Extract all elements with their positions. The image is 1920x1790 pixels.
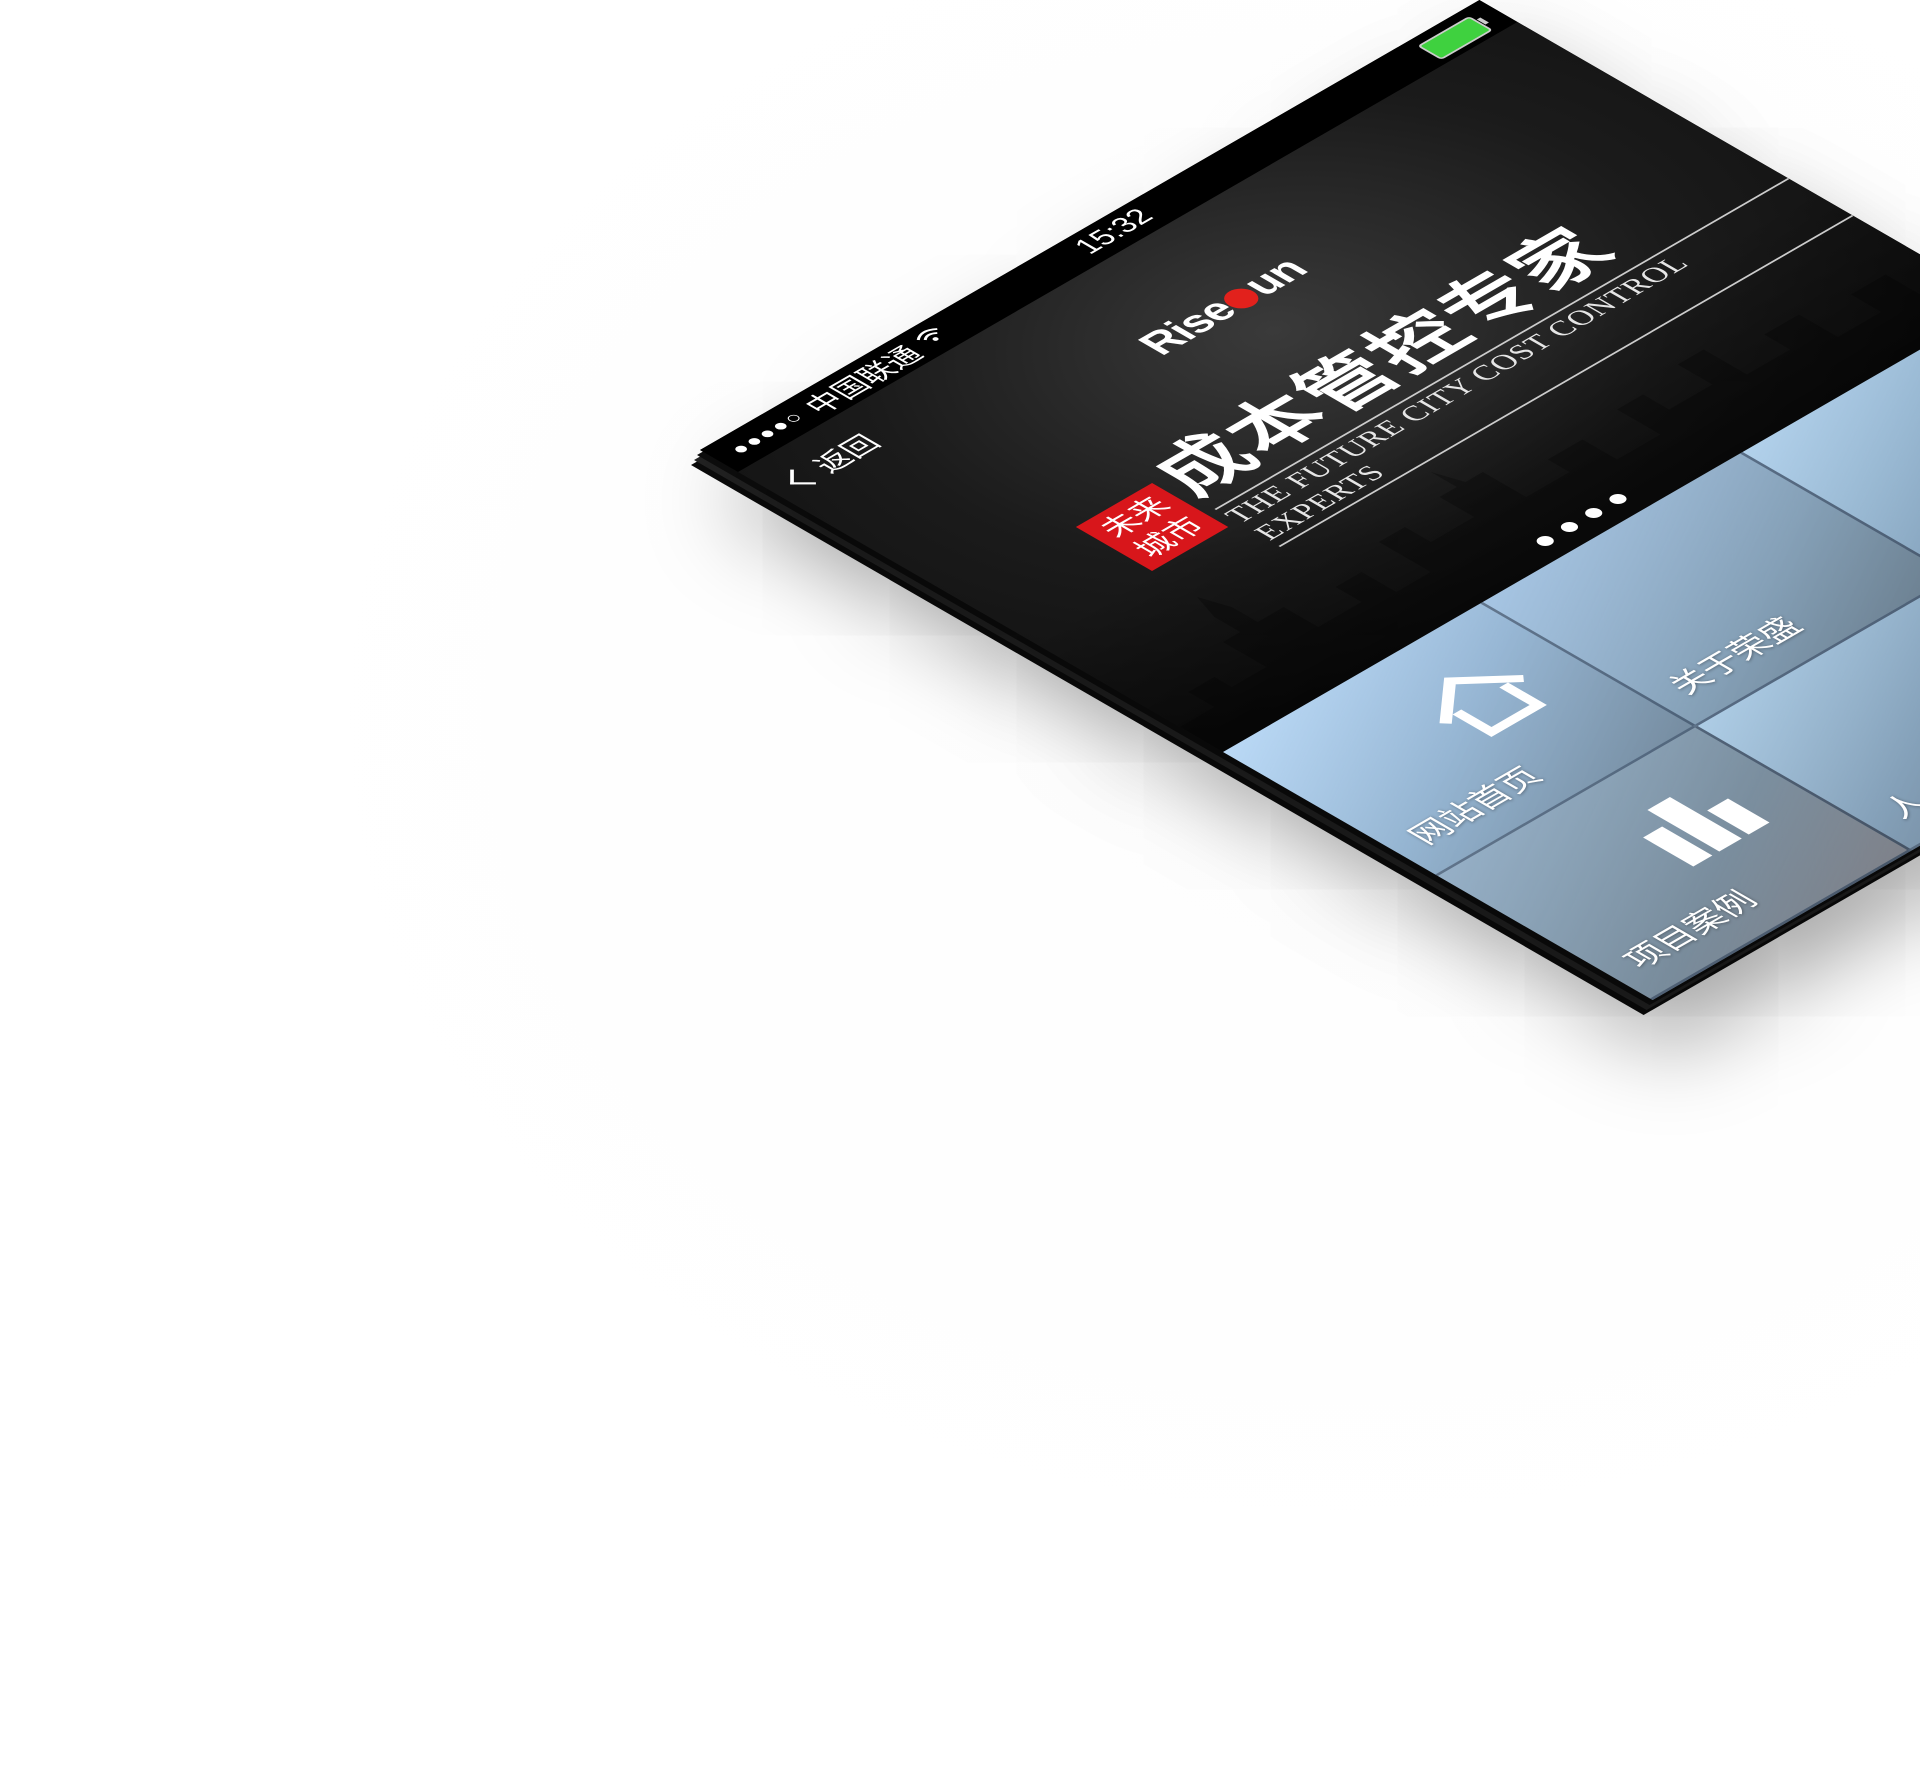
- wifi-icon: [910, 324, 957, 351]
- tile-label: 人: [1874, 787, 1920, 824]
- phone-screen: ●●●●○ 中国联通 15:32 返回 Riseun 未来 城市 成本管控专家 …: [700, 0, 1920, 1000]
- tile-label: 项目案例: [1614, 886, 1767, 974]
- home-icon: [1394, 649, 1571, 751]
- chevron-left-icon: [789, 469, 816, 485]
- stage: ●●●●○ 中国联通 15:32 返回 Riseun 未来 城市 成本管控专家 …: [0, 0, 1920, 1790]
- brand-logo: Riseun: [1128, 252, 1319, 362]
- buildings-icon: [1608, 773, 1785, 875]
